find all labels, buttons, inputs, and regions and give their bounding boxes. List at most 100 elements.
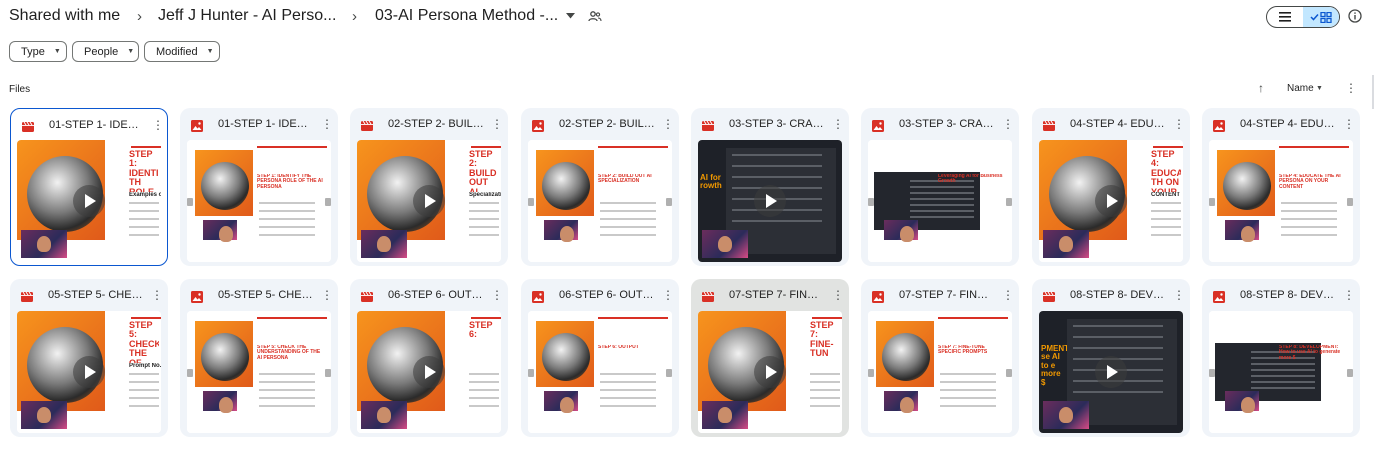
slide-right-arrow-icon (1347, 198, 1353, 206)
file-card[interactable]: 07-STEP 7- FINE-T... ⋮ STEP 7: FINE-TUN (691, 279, 849, 437)
more-actions-icon[interactable]: ⋮ (662, 288, 674, 302)
presenter-webcam-overlay (1043, 230, 1089, 258)
more-actions-icon[interactable]: ⋮ (321, 117, 333, 131)
thumbnail-text-line (1281, 210, 1337, 212)
more-actions-icon[interactable]: ⋮ (1343, 117, 1355, 131)
sort-direction-arrow-icon[interactable]: ↑ (1258, 81, 1264, 95)
thumbnail-heading: Leveraging AI for Business Growth (938, 174, 1003, 185)
thumbnail-text-line (1251, 381, 1315, 383)
slide-left-arrow-icon (868, 198, 874, 206)
thumbnail-text-line (1073, 336, 1163, 338)
more-actions-icon[interactable]: ⋮ (152, 118, 164, 132)
thumbnail-text-line (910, 198, 974, 200)
file-card[interactable]: 07-STEP 7- FINE-T... ⋮ STEP 7: FINE-TUNE S… (861, 279, 1019, 437)
more-actions-icon[interactable]: ⋮ (151, 288, 163, 302)
scrollbar[interactable] (1372, 75, 1374, 109)
thumbnail-artwork (882, 333, 930, 381)
thumbnail-text-line (469, 202, 499, 204)
thumbnail-text-line (940, 381, 996, 383)
play-icon[interactable] (754, 356, 786, 388)
file-title: 01-STEP 1- IDENTI... (218, 118, 314, 130)
file-card[interactable]: 04-STEP 4- EDUC... ⋮ STEP 4: EDUCATE TH ON… (1032, 108, 1190, 266)
more-actions-icon[interactable]: ⋮ (662, 117, 674, 131)
thumbnail-text-line (940, 373, 996, 375)
thumbnail-rule (1279, 146, 1349, 148)
thumbnail-text-line (910, 192, 974, 194)
grid-view-button[interactable] (1303, 7, 1339, 27)
list-view-button[interactable] (1267, 7, 1303, 27)
image-thumbnail: Leveraging AI for Business Growth (868, 140, 1012, 262)
layout-toggle (1266, 6, 1340, 28)
file-card[interactable]: 03-STEP 3- CRAFT... ⋮ Leveraging AI for Bu… (861, 108, 1019, 266)
filter-modified-label: Modified (156, 45, 198, 58)
slide-left-arrow-icon (868, 369, 874, 377)
play-icon[interactable] (754, 185, 786, 217)
thumbnail-text-line (469, 381, 499, 383)
image-thumbnail: STEP 8: DEVELOPMENT: How to use AI to ge… (1209, 311, 1353, 433)
thumbnail-subheading: Prompt No.1 (129, 363, 161, 369)
breadcrumb-current[interactable]: 03-AI Persona Method -... (375, 7, 558, 25)
file-card[interactable]: 05-STEP 5- CHEC... ⋮ STEP 5: CHECK THE OF … (10, 279, 168, 437)
presenter-webcam-overlay (1043, 401, 1089, 429)
file-card[interactable]: 03-STEP 3- CRAFT... ⋮ AI for rowth (691, 108, 849, 266)
sort-by-button[interactable]: Name (1287, 83, 1314, 94)
more-actions-icon[interactable]: ⋮ (1173, 288, 1185, 302)
thumbnail-text-line (600, 234, 656, 236)
video-thumbnail: STEP 6: (357, 311, 501, 433)
presenter-webcam-overlay (203, 220, 237, 242)
filter-type-chip[interactable]: Type ▼ (9, 41, 67, 62)
file-card[interactable]: 08-STEP 8- DEVEL... ⋮ PMENT: se AI to e mo… (1032, 279, 1190, 437)
file-card[interactable]: 06-STEP 6- OUTP... ⋮ STEP 6: OUTPUT (521, 279, 679, 437)
thumbnail-text-line (600, 405, 656, 407)
video-thumbnail: STEP 4: EDUCATE TH ON YOUR COCONTENT (1039, 140, 1183, 262)
thumbnail-rule (938, 317, 1008, 319)
more-actions-icon[interactable]: ⋮ (1002, 117, 1014, 131)
file-card[interactable]: 06-STEP 6- OUTP... ⋮ STEP 6: (350, 279, 508, 437)
filter-people-chip[interactable]: People ▼ (72, 41, 139, 62)
thumbnail-text-line (732, 165, 822, 167)
video-file-icon (702, 290, 714, 302)
chevron-down-icon: ▼ (1316, 85, 1323, 92)
details-info-icon[interactable] (1348, 9, 1362, 23)
more-actions-icon[interactable]: ⋮ (491, 117, 503, 131)
more-actions-icon[interactable]: ⋮ (321, 288, 333, 302)
file-card[interactable]: 01-STEP 1- IDENTI... ⋮ STEP 1: IDENTIFY TH… (10, 108, 168, 266)
thumbnail-text-line (600, 389, 656, 391)
more-actions-icon[interactable]: ⋮ (1343, 288, 1355, 302)
presenter-webcam-overlay (544, 220, 578, 242)
image-file-icon (532, 119, 544, 132)
play-icon[interactable] (73, 185, 105, 217)
thumbnail-text-line (129, 381, 159, 383)
slide-left-arrow-icon (1209, 198, 1215, 206)
play-icon[interactable] (73, 356, 105, 388)
file-title: 04-STEP 4- EDUC... (1240, 118, 1336, 130)
play-icon[interactable] (413, 356, 445, 388)
more-actions-icon[interactable]: ⋮ (832, 117, 844, 131)
play-icon[interactable] (1095, 356, 1127, 388)
breadcrumb-parent[interactable]: Jeff J Hunter - AI Perso... (158, 7, 336, 25)
video-file-icon (21, 290, 33, 302)
more-actions-icon[interactable]: ⋮ (1173, 117, 1185, 131)
thumbnail-text-line (259, 389, 315, 391)
play-icon[interactable] (413, 185, 445, 217)
filter-modified-chip[interactable]: Modified ▼ (144, 41, 220, 62)
folder-menu-caret-icon[interactable] (566, 13, 575, 19)
file-card[interactable]: 08-STEP 8- DEVEL... ⋮ STEP 8: DEVELOPMENT:… (1202, 279, 1360, 437)
file-card[interactable]: 01-STEP 1- IDENTI... ⋮ STEP 1: IDENTIFY TH… (180, 108, 338, 266)
thumbnail-heading: STEP 4: EDUCATE TH ON YOUR CO (1151, 150, 1181, 192)
more-actions-icon[interactable]: ⋮ (832, 288, 844, 302)
breadcrumb-root[interactable]: Shared with me (9, 7, 120, 25)
presenter-webcam-overlay (361, 401, 407, 429)
play-icon[interactable] (1095, 185, 1127, 217)
more-actions-icon[interactable]: ⋮ (491, 288, 503, 302)
thumbnail-text-line (129, 397, 159, 399)
more-options-icon[interactable]: ⋮ (1345, 81, 1357, 95)
thumbnail-text-line (910, 186, 974, 188)
slide-right-arrow-icon (1006, 198, 1012, 206)
file-card[interactable]: 05-STEP 5- CHEC... ⋮ STEP 5: CHECK THE UND… (180, 279, 338, 437)
more-actions-icon[interactable]: ⋮ (1002, 288, 1014, 302)
file-card[interactable]: 02-STEP 2- BUILD ... ⋮ STEP 2: BUILD OUT A… (521, 108, 679, 266)
file-card[interactable]: 02-STEP 2- BUILD ... ⋮ STEP 2: BUILD OUT A… (350, 108, 508, 266)
file-card[interactable]: 04-STEP 4- EDUC... ⋮ STEP 4: EDUCATE THE A… (1202, 108, 1360, 266)
thumbnail-text-line (1073, 391, 1163, 393)
